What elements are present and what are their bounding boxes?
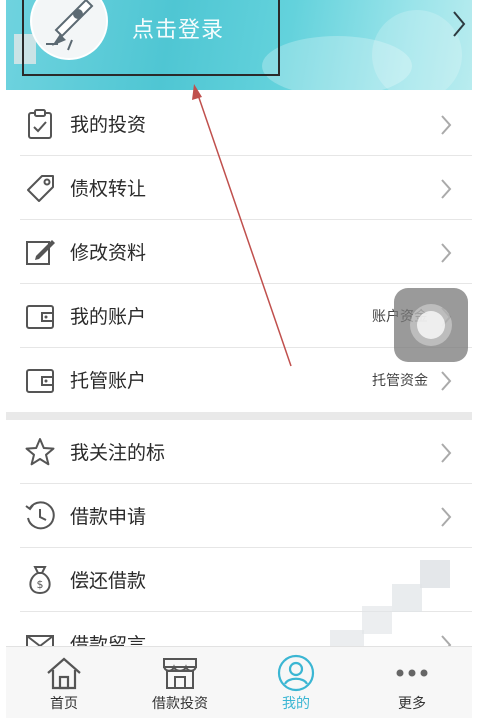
storefront-icon (160, 653, 200, 693)
tab-label: 我的 (282, 696, 310, 712)
tab-label: 借款投资 (152, 696, 208, 712)
user-icon (276, 653, 316, 693)
my-account-page: 点击登录 我的投资 债权转让 修改资料 我的账户 托管账户 托管资金 我关注的标… (0, 0, 486, 718)
tab-more[interactable]: 更多 (354, 647, 470, 718)
home-icon (44, 653, 84, 693)
tab-home[interactable]: 首页 (6, 647, 122, 718)
more-dots-icon (392, 653, 432, 693)
tab-mine[interactable]: 我的 (238, 647, 354, 718)
tab-label: 更多 (398, 696, 426, 712)
tab-loan-investment[interactable]: 借款投资 (122, 647, 238, 718)
tab-label: 首页 (50, 696, 78, 712)
annotation-arrow (192, 84, 292, 367)
bottom-tab-bar: 首页 借款投资 我的 更多 (6, 646, 472, 718)
